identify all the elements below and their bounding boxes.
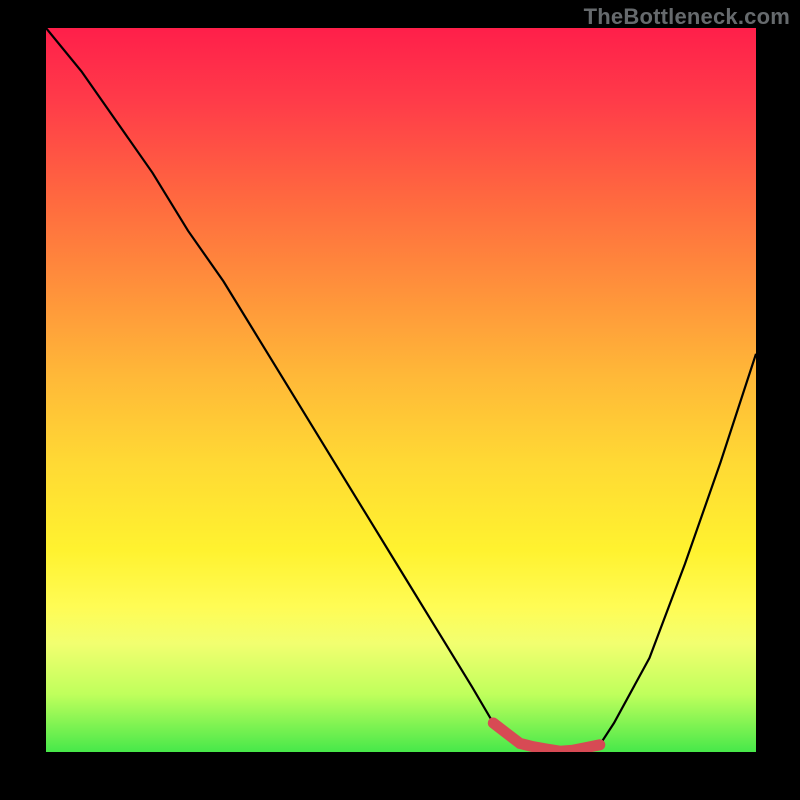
watermark-text: TheBottleneck.com [584, 4, 790, 30]
chart-frame: TheBottleneck.com [0, 0, 800, 800]
bottleneck-curve-path [46, 28, 756, 752]
plot-area [46, 28, 756, 752]
optimal-range-marker [493, 723, 600, 751]
bottleneck-curve-svg [46, 28, 756, 752]
